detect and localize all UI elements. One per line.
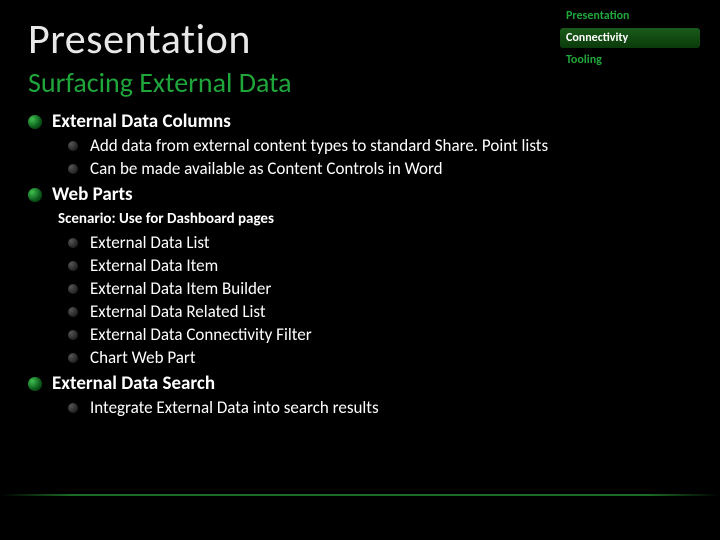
- bullet-small-icon: [68, 164, 78, 174]
- list-item: External Data Item: [68, 255, 720, 276]
- bullet-small-icon: [68, 261, 78, 271]
- list-item-text: External Data Item: [90, 255, 218, 276]
- list-item: Integrate External Data into search resu…: [68, 397, 720, 418]
- bullet-small-icon: [68, 307, 78, 317]
- list-item: External Data List: [68, 232, 720, 253]
- bullet-small-icon: [68, 141, 78, 151]
- list-item-text: Can be made available as Content Control…: [90, 158, 443, 179]
- slide-content: External Data Columns Add data from exte…: [0, 110, 720, 418]
- scenario-label: Scenario: Use for Dashboard pages: [58, 210, 720, 228]
- nav-item-presentation[interactable]: Presentation: [560, 6, 700, 26]
- bullet-small-icon: [68, 284, 78, 294]
- list-item-text: External Data Item Builder: [90, 278, 271, 299]
- nav-item-tooling[interactable]: Tooling: [560, 50, 700, 70]
- list-item: Can be made available as Content Control…: [68, 158, 720, 179]
- list-item: External Data Item Builder: [68, 278, 720, 299]
- bullet-small-icon: [68, 403, 78, 413]
- section-heading: External Data Columns: [28, 110, 720, 133]
- nav-item-connectivity[interactable]: Connectivity: [560, 28, 700, 48]
- section-heading: External Data Search: [28, 372, 720, 395]
- list-item-text: Add data from external content types to …: [90, 135, 548, 156]
- footer-divider: [0, 494, 720, 496]
- list-item: Add data from external content types to …: [68, 135, 720, 156]
- list-item-text: External Data Related List: [90, 301, 266, 322]
- bullet-large-icon: [28, 188, 42, 202]
- bullet-large-icon: [28, 377, 42, 391]
- list-item-text: External Data Connectivity Filter: [90, 324, 312, 345]
- section-heading: Web Parts: [28, 183, 720, 206]
- list-item-text: Chart Web Part: [90, 347, 196, 368]
- bullet-small-icon: [68, 353, 78, 363]
- section-heading-text: Web Parts: [52, 183, 133, 206]
- bullet-small-icon: [68, 330, 78, 340]
- bullet-large-icon: [28, 115, 42, 129]
- list-item: External Data Connectivity Filter: [68, 324, 720, 345]
- list-item-text: External Data List: [90, 232, 210, 253]
- list-item: External Data Related List: [68, 301, 720, 322]
- nav-panel: Presentation Connectivity Tooling: [560, 6, 700, 72]
- section-heading-text: External Data Columns: [52, 110, 231, 133]
- bullet-small-icon: [68, 238, 78, 248]
- list-item-text: Integrate External Data into search resu…: [90, 397, 379, 418]
- section-heading-text: External Data Search: [52, 372, 215, 395]
- list-item: Chart Web Part: [68, 347, 720, 368]
